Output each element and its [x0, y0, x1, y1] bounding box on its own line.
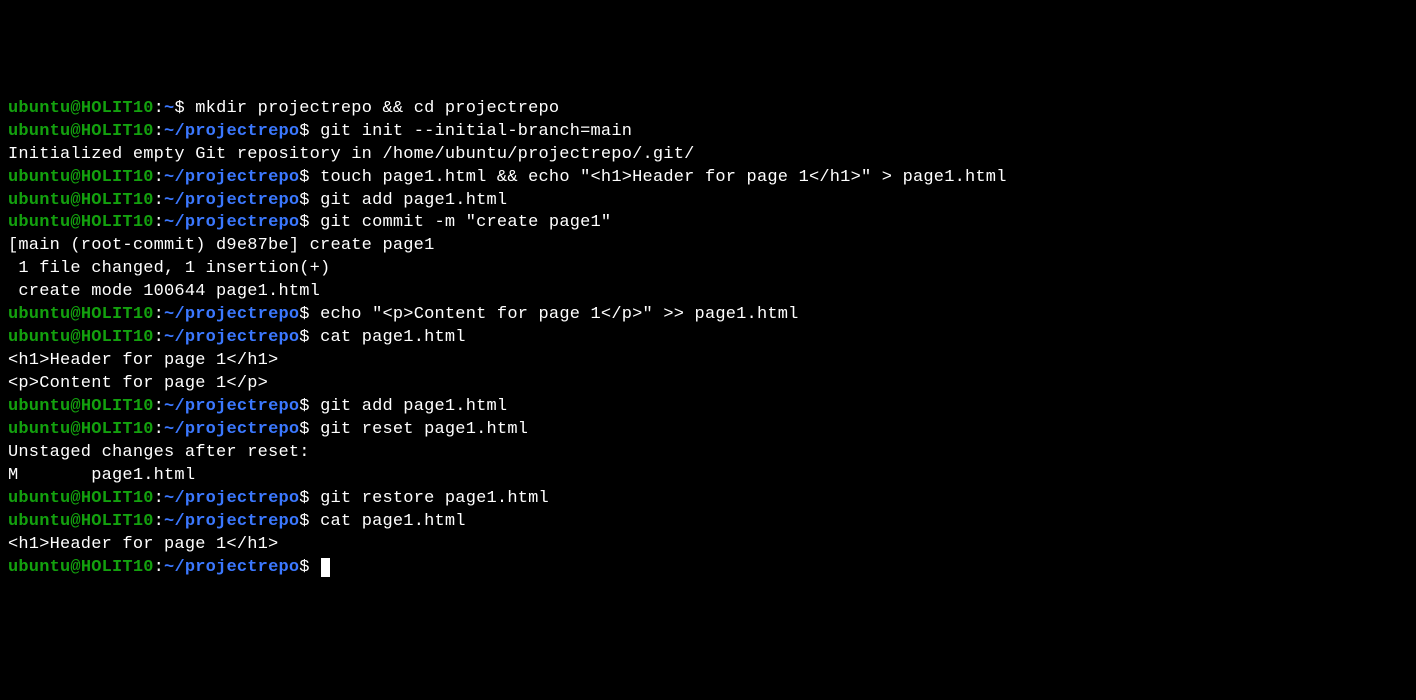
output-text: Initialized empty Git repository in /hom…: [8, 145, 695, 164]
terminal-line: ubuntu@HOLIT10:~/projectrepo$ git commit…: [8, 212, 1408, 235]
terminal-line: [main (root-commit) d9e87be] create page…: [8, 235, 1408, 258]
cursor: [321, 558, 330, 577]
output-text: create mode 100644 page1.html: [8, 282, 320, 301]
command-text: git add page1.html: [310, 397, 508, 416]
terminal-line: ubuntu@HOLIT10:~/projectrepo$ cat page1.…: [8, 511, 1408, 534]
terminal-line: ubuntu@HOLIT10:~/projectrepo$ cat page1.…: [8, 327, 1408, 350]
command-text: touch page1.html && echo "<h1>Header for…: [310, 168, 1007, 187]
command-text: git add page1.html: [310, 191, 508, 210]
terminal-line: Unstaged changes after reset:: [8, 442, 1408, 465]
terminal-line: ubuntu@HOLIT10:~/projectrepo$ git restor…: [8, 488, 1408, 511]
terminal-line: <h1>Header for page 1</h1>: [8, 350, 1408, 373]
terminal-line: ubuntu@HOLIT10:~/projectrepo$ git reset …: [8, 419, 1408, 442]
terminal-line: M page1.html: [8, 465, 1408, 488]
terminal-line: create mode 100644 page1.html: [8, 281, 1408, 304]
terminal-line: ubuntu@HOLIT10:~/projectrepo$: [8, 557, 1408, 580]
terminal-line: ubuntu@HOLIT10:~$ mkdir projectrepo && c…: [8, 98, 1408, 121]
terminal-line: ubuntu@HOLIT10:~/projectrepo$ git init -…: [8, 121, 1408, 144]
command-text: git reset page1.html: [310, 420, 528, 439]
output-text: [main (root-commit) d9e87be] create page…: [8, 236, 434, 255]
output-text: 1 file changed, 1 insertion(+): [8, 259, 330, 278]
terminal-line: ubuntu@HOLIT10:~/projectrepo$ touch page…: [8, 167, 1408, 190]
terminal-window[interactable]: ubuntu@HOLIT10:~$ mkdir projectrepo && c…: [8, 98, 1408, 580]
command-text: mkdir projectrepo && cd projectrepo: [185, 99, 559, 118]
output-text: <p>Content for page 1</p>: [8, 374, 268, 393]
command-text: cat page1.html: [310, 512, 466, 531]
command-text: git init --initial-branch=main: [310, 122, 632, 141]
command-text: cat page1.html: [310, 328, 466, 347]
terminal-line: <h1>Header for page 1</h1>: [8, 534, 1408, 557]
terminal-line: ubuntu@HOLIT10:~/projectrepo$ git add pa…: [8, 190, 1408, 213]
terminal-line: Initialized empty Git repository in /hom…: [8, 144, 1408, 167]
terminal-line: ubuntu@HOLIT10:~/projectrepo$ echo "<p>C…: [8, 304, 1408, 327]
command-text: git commit -m "create page1": [310, 213, 612, 232]
output-text: <h1>Header for page 1</h1>: [8, 351, 278, 370]
output-text: <h1>Header for page 1</h1>: [8, 535, 278, 554]
command-text: [310, 558, 320, 577]
output-text: M page1.html: [8, 466, 195, 485]
command-text: git restore page1.html: [310, 489, 549, 508]
command-text: echo "<p>Content for page 1</p>" >> page…: [310, 305, 799, 324]
output-text: Unstaged changes after reset:: [8, 443, 310, 462]
terminal-line: ubuntu@HOLIT10:~/projectrepo$ git add pa…: [8, 396, 1408, 419]
terminal-line: 1 file changed, 1 insertion(+): [8, 258, 1408, 281]
terminal-line: <p>Content for page 1</p>: [8, 373, 1408, 396]
